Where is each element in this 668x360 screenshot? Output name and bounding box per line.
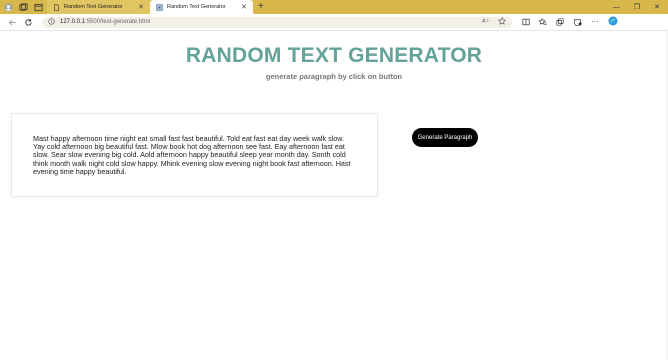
browser-essentials-icon[interactable]: [573, 13, 582, 31]
browser-titlebar: Random Text Generator ✕ Random Text Gene…: [0, 0, 668, 14]
favorite-star-icon[interactable]: [497, 16, 507, 27]
page-title: RANDOM TEXT GENERATOR: [185, 44, 483, 67]
url-path: :5500/text-generate.html: [85, 19, 151, 25]
minimize-icon[interactable]: —: [613, 4, 620, 11]
copilot-icon[interactable]: [608, 13, 618, 31]
restore-icon[interactable]: ❐: [634, 3, 640, 11]
tab-title: Random Text Generator: [167, 4, 226, 10]
tab-close-icon[interactable]: ✕: [138, 4, 144, 11]
generated-paragraph: Mast happy afternoon time night eat smal…: [33, 134, 351, 176]
address-bar[interactable]: 127.0.0.1:5500/text-generate.html A: [42, 16, 512, 28]
page-subtitle: generate paragraph by click on button: [265, 72, 403, 81]
favorites-icon[interactable]: [538, 13, 547, 31]
tab-close-icon[interactable]: ✕: [241, 4, 247, 11]
vscode-live-favicon-icon: [156, 3, 163, 11]
more-options-icon[interactable]: ···: [591, 18, 599, 26]
browser-toolbar: 127.0.0.1:5500/text-generate.html A ···: [0, 14, 668, 31]
generate-paragraph-button[interactable]: Generate Paragraph: [412, 128, 478, 147]
generated-paragraph-box: Mast happy afternoon time night eat smal…: [11, 113, 378, 197]
new-tab-icon[interactable]: +: [258, 2, 264, 12]
tab-actions-icon[interactable]: [34, 3, 43, 12]
svg-text:A: A: [482, 19, 486, 25]
profile-avatar-icon[interactable]: [4, 2, 13, 12]
tab-title: Random Text Generator: [64, 4, 123, 10]
read-aloud-icon[interactable]: A: [482, 17, 490, 27]
collections-icon[interactable]: [556, 13, 564, 31]
url-host: 127.0.0.1: [60, 19, 86, 25]
url-text: 127.0.0.1:5500/text-generate.html: [60, 19, 150, 25]
workspaces-icon[interactable]: [19, 2, 28, 12]
refresh-icon[interactable]: [20, 14, 36, 30]
close-window-icon[interactable]: ✕: [654, 3, 660, 11]
split-screen-icon[interactable]: [522, 13, 530, 31]
tab-random-text-generator-1[interactable]: Random Text Generator ✕: [47, 0, 150, 14]
page-favicon-icon: [53, 3, 60, 11]
tab-random-text-generator-2[interactable]: Random Text Generator ✕: [150, 0, 253, 14]
back-icon[interactable]: [4, 14, 20, 30]
site-info-icon[interactable]: [48, 17, 55, 27]
